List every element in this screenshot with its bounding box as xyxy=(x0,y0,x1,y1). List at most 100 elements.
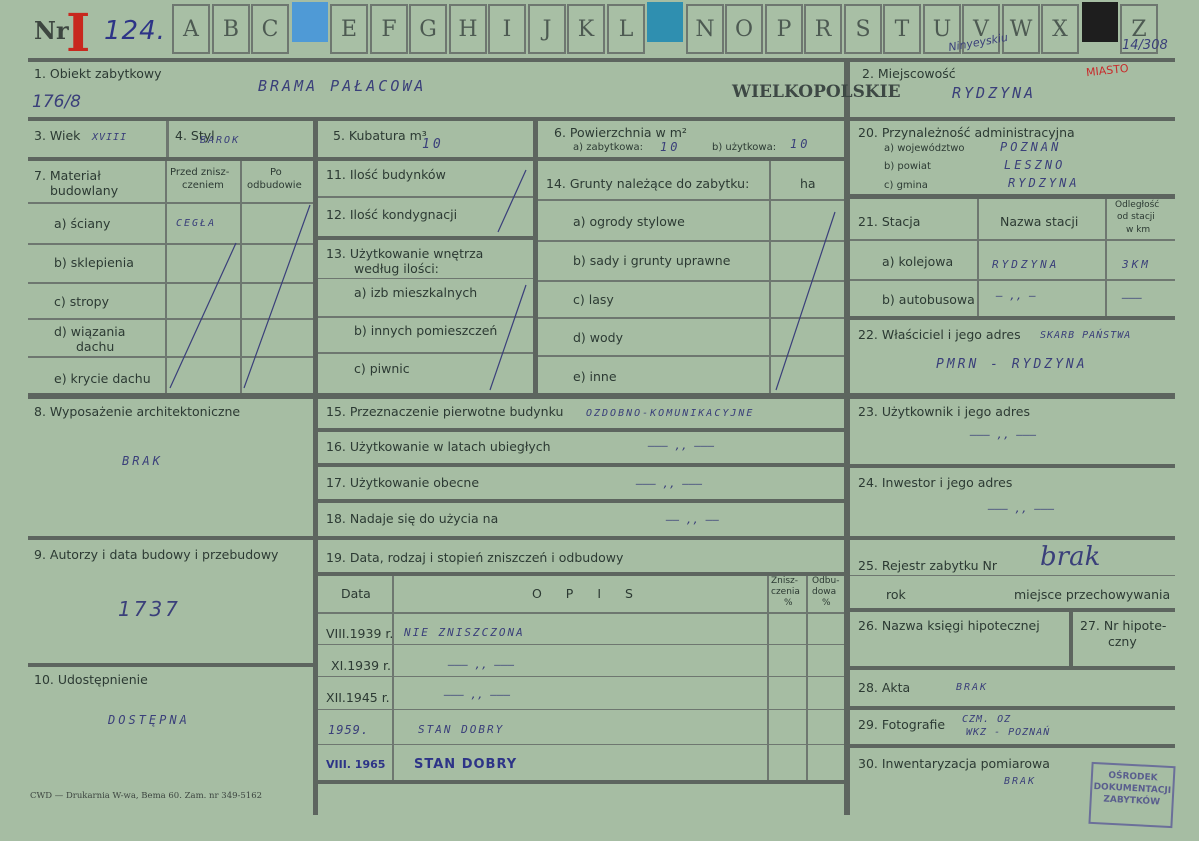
f22-label: 22. Właściciel i jego adres xyxy=(858,327,1021,342)
f11-label: 11. Ilość budynków xyxy=(326,167,446,182)
f19-col-opis: O P I S xyxy=(532,586,643,601)
f26-label: 26. Nazwa księgi hipotecznej xyxy=(858,618,1040,633)
f17-label: 17. Użytkowanie obecne xyxy=(326,475,480,490)
f27-label-2: czny xyxy=(1108,634,1137,649)
f20-a-label: a) województwo xyxy=(884,143,965,154)
f20-b-value: LESZNO xyxy=(1004,158,1066,172)
f5-value: 10 xyxy=(422,137,444,152)
f6-b-label: b) użytkowa: xyxy=(712,142,777,153)
f20-c-value: RYDZYNA xyxy=(1008,176,1080,190)
f7-row-c: c) stropy xyxy=(54,294,109,309)
f7-label-2: budowlany xyxy=(50,183,119,198)
f24-value: ——— ,, ——— xyxy=(988,502,1055,515)
f7-col1-2: czeniem xyxy=(182,180,224,191)
f7-a-value: CEGŁA xyxy=(176,218,217,229)
f13-label-2: według ilości: xyxy=(354,261,439,276)
f16-label: 16. Użytkowanie w latach ubiegłych xyxy=(326,439,551,454)
f30-label: 30. Inwentaryzacja pomiarowa xyxy=(858,756,1050,771)
f1-side-note: 176/8 xyxy=(32,92,81,112)
f19-pct-1: % xyxy=(784,598,793,608)
f8-label: 8. Wyposażenie architektoniczne xyxy=(34,404,241,419)
f19-date-3: XII.1945 r. xyxy=(326,690,390,705)
f29-value-1: CZM. OZ xyxy=(962,714,1012,725)
f8-value: BRAK xyxy=(122,454,163,468)
f7-row-a: a) ściany xyxy=(54,216,111,231)
f3-label: 3. Wiek xyxy=(34,128,81,143)
f20-a-value: POZNAŃ xyxy=(1000,140,1062,154)
f20-b-label: b) powiat xyxy=(884,161,931,172)
f21-col-dist-1: Odległość xyxy=(1115,200,1160,210)
f14-unit: ha xyxy=(800,176,816,191)
f19-col-odb-1: Odbu- xyxy=(812,576,840,586)
f19-opis-3: ——— ,, ——— xyxy=(444,688,511,701)
f2-value: RYDZYNA xyxy=(952,84,1037,102)
f19-date-5: VIII. 1965 xyxy=(326,758,386,771)
f19-opis-2: ——— ,, ——— xyxy=(448,658,515,671)
f14-row-c: c) lasy xyxy=(573,292,614,307)
f13-label-1: 13. Użytkowanie wnętrza xyxy=(326,246,484,261)
f19-label: 19. Data, rodzaj i stopień zniszczeń i o… xyxy=(326,550,624,565)
f19-opis-5: STAN DOBRY xyxy=(414,757,518,772)
f2-label: 2. Miejscowość xyxy=(862,66,956,81)
f21-a: a) kolejowa xyxy=(882,254,954,269)
f27-label-1: 27. Nr hipote- xyxy=(1080,618,1167,633)
f13-a: a) izb mieszkalnych xyxy=(354,285,478,300)
f22-value-2: PMRN - RYDZYNA xyxy=(936,357,1088,372)
f7-row-e: e) krycie dachu xyxy=(54,371,151,386)
f25-miejsce: miejsce przechowywania xyxy=(1014,587,1171,602)
f19-date-4: 1959. xyxy=(328,723,370,737)
f10-value: DOSTĘPNA xyxy=(108,713,190,727)
f7-row-d2: dachu xyxy=(76,339,115,354)
f14-label: 14. Grunty należące do zabytku: xyxy=(546,176,750,191)
f7-row-b: b) sklepienia xyxy=(54,255,134,270)
f7-col2-2: odbudowie xyxy=(247,180,302,191)
f7-label-1: 7. Materiał xyxy=(34,168,101,183)
f6-label: 6. Powierzchnia w m² xyxy=(554,125,687,140)
f21-b-name: — ,, — xyxy=(996,289,1036,302)
f16-value: ——— ,, ——— xyxy=(648,439,715,452)
f30-value: BRAK xyxy=(1004,776,1037,787)
f13-b: b) innych pomieszczeń xyxy=(354,323,498,338)
f28-value: BRAK xyxy=(956,682,989,693)
f21-a-dist: 3KM xyxy=(1122,258,1151,271)
f14-row-d: d) wody xyxy=(573,330,623,345)
f20-c-label: c) gmina xyxy=(884,180,928,191)
f14-row-b: b) sady i grunty uprawne xyxy=(573,253,731,268)
f21-col-dist-2: od stacji xyxy=(1117,212,1155,222)
f19-col-odb-2: dowa xyxy=(812,587,837,597)
f25-rok: rok xyxy=(886,587,906,602)
f29-value-2: WKZ - POZNAŃ xyxy=(966,727,1051,738)
f19-col-znis-2: czenia xyxy=(771,587,800,597)
f19-date-2: XI.1939 r. xyxy=(331,658,391,673)
f1-label: 1. Obiekt zabytkowy xyxy=(34,66,162,81)
f12-label: 12. Ilość kondygnacji xyxy=(326,207,458,222)
f3-value: XVIII xyxy=(92,132,128,143)
f25-value: brak xyxy=(1040,542,1101,572)
f15-label: 15. Przeznaczenie pierwotne budynku xyxy=(326,404,564,419)
f6-a-value: 10 xyxy=(660,140,681,154)
f28-label: 28. Akta xyxy=(858,680,911,695)
f29-label: 29. Fotografie xyxy=(858,717,946,732)
f23-label: 23. Użytkownik i jego adres xyxy=(858,404,1030,419)
f10-label: 10. Udostępnienie xyxy=(34,672,148,687)
f23-value: ——— ,, ——— xyxy=(970,428,1037,441)
province-stamp: WIELKOPOLSKIE xyxy=(732,82,901,102)
f4-value: BAROK xyxy=(200,135,241,146)
f19-col-znis-1: Znisz- xyxy=(771,576,799,586)
archive-stamp: OŚRODEK DOKUMENTACJI ZABYTKÓW xyxy=(1088,761,1176,829)
f22-value-1: SKARB PAŃSTWA xyxy=(1040,330,1132,341)
f24-label: 24. Inwestor i jego adres xyxy=(858,475,1013,490)
f7-col1-1: Przed znisz- xyxy=(170,167,230,178)
inventory-card: Nr I 124. ABCEFGHIJKLNOPRSTUVWXZ Ninyeys… xyxy=(0,0,1199,841)
f18-label: 18. Nadaje się do użycia na xyxy=(326,511,499,526)
f15-value: OZDOBNO-KOMUNIKACYJNE xyxy=(586,408,755,419)
f9-value: 1737 xyxy=(118,597,181,621)
f5-label: 5. Kubatura m³ xyxy=(333,128,427,143)
f21-label: 21. Stacja xyxy=(858,214,921,229)
f21-col-dist-3: w km xyxy=(1126,225,1151,235)
f21-b: b) autobusowa xyxy=(882,292,975,307)
f14-row-a: a) ogrody stylowe xyxy=(573,214,685,229)
f17-value: ——— ,, ——— xyxy=(636,477,703,490)
f19-pct-2: % xyxy=(822,598,831,608)
f19-date-1: VIII.1939 r. xyxy=(326,626,394,641)
